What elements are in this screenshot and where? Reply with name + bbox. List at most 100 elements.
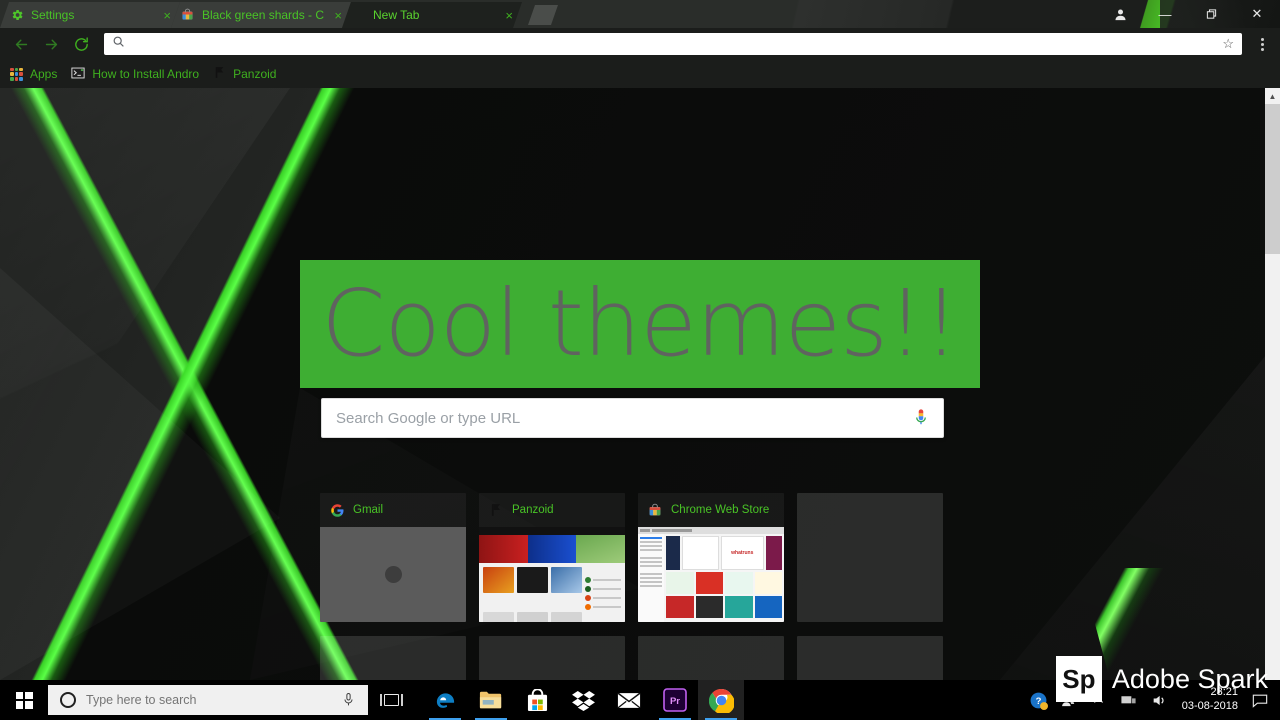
taskbar-search-box[interactable] <box>48 685 368 715</box>
reload-icon[interactable] <box>68 31 94 57</box>
adobe-spark-logo: Sp <box>1055 656 1102 702</box>
minimize-button[interactable]: — <box>1142 0 1188 28</box>
taskbar-app-microsoft-store[interactable] <box>514 680 560 720</box>
tab-black-green-shards[interactable]: Black green shards - Chr × <box>171 2 351 28</box>
chrome-web-store-icon <box>648 503 663 518</box>
taskbar-apps: Pr <box>422 680 744 720</box>
forward-icon[interactable] <box>38 31 64 57</box>
apps-grid-icon <box>10 67 23 81</box>
tile-empty[interactable] <box>638 636 784 680</box>
tile-title: Panzoid <box>512 504 554 516</box>
search-input[interactable] <box>336 409 913 427</box>
bookmark-star-icon[interactable]: ☆ <box>1222 36 1234 52</box>
task-view-right-tick <box>400 694 403 706</box>
adobe-spark-label: Adobe Spark <box>1111 663 1268 694</box>
chrome-menu-icon[interactable] <box>1252 37 1272 51</box>
preview-sidebar <box>638 534 664 622</box>
preview-hero-row <box>479 535 625 563</box>
tab-close-icon[interactable]: × <box>502 9 516 22</box>
task-view-icon <box>383 694 399 706</box>
most-visited-tiles: Gmail Panzoid Chrome Web Store whatruns <box>320 493 944 680</box>
tile-thumbnail: whatruns <box>638 527 784 622</box>
preview-content: whatruns <box>664 534 784 622</box>
windows-logo-icon <box>15 691 33 709</box>
google-search-box[interactable] <box>321 398 944 438</box>
browser-toolbar: ☆ <box>0 28 1280 60</box>
theme-banner: Cool themes!! <box>300 260 980 388</box>
help-icon[interactable]: ? <box>1024 680 1054 720</box>
tab-strip: Settings × Black green shards - Chr × Ne… <box>0 0 1280 28</box>
taskbar-app-file-explorer[interactable] <box>468 680 514 720</box>
back-icon[interactable] <box>8 31 34 57</box>
panzoid-flag-icon <box>213 66 226 82</box>
close-button[interactable]: ✕ <box>1234 0 1280 28</box>
start-button[interactable] <box>0 680 48 720</box>
bookmarks-bar: Apps How to Install Andro Panzoid <box>0 60 1280 88</box>
tile-chrome-web-store[interactable]: Chrome Web Store whatruns <box>638 493 784 622</box>
preview-app-grid <box>666 572 782 620</box>
address-bar[interactable]: ☆ <box>104 33 1242 55</box>
tile-gmail[interactable]: Gmail <box>320 493 466 622</box>
bookmark-label: How to Install Andro <box>92 67 200 81</box>
search-icon <box>112 35 125 53</box>
tile-thumbnail <box>479 527 625 622</box>
taskbar-search-input[interactable] <box>86 693 332 707</box>
tab-title: Black green shards - Chr <box>202 8 325 22</box>
tab-new-tab[interactable]: New Tab × <box>342 2 522 28</box>
taskbar-app-premiere-pro[interactable]: Pr <box>652 680 698 720</box>
microphone-icon[interactable] <box>342 692 356 708</box>
microphone-icon[interactable] <box>913 407 929 429</box>
panzoid-flag-icon <box>489 503 504 518</box>
preview-navbar <box>479 527 625 535</box>
scrollbar-up-arrow[interactable]: ▲ <box>1265 88 1280 104</box>
taskbar-app-chrome[interactable] <box>698 680 744 720</box>
terminal-icon <box>71 66 85 83</box>
bookmark-how-to-install-android[interactable]: How to Install Andro <box>71 66 199 83</box>
tile-title: Gmail <box>353 504 384 516</box>
taskbar-app-edge[interactable] <box>422 680 468 720</box>
profile-avatar-icon[interactable] <box>1098 0 1142 28</box>
tile-title: Chrome Web Store <box>671 504 770 516</box>
preview-main: whatruns <box>638 534 784 622</box>
banner-title: Cool themes!! <box>321 270 960 377</box>
tab-settings[interactable]: Settings × <box>0 2 180 28</box>
taskbar-app-mail[interactable] <box>606 680 652 720</box>
maximize-button[interactable] <box>1188 0 1234 28</box>
tab-title: New Tab <box>373 8 420 22</box>
tile-panzoid[interactable]: Panzoid <box>479 493 625 622</box>
scrollbar-thumb[interactable] <box>1265 104 1280 254</box>
preview-body <box>479 563 625 622</box>
tile-thumbnail <box>320 527 466 622</box>
bookmark-label: Panzoid <box>233 67 277 81</box>
webstore-page-preview: whatruns <box>638 527 784 622</box>
tile-header: Gmail <box>320 493 466 527</box>
taskbar-app-dropbox[interactable] <box>560 680 606 720</box>
address-input[interactable] <box>133 37 1215 51</box>
tile-empty[interactable] <box>797 636 943 680</box>
tab-title: Settings <box>31 8 75 22</box>
screen: Settings × Black green shards - Chr × Ne… <box>0 0 1280 720</box>
tile-empty[interactable] <box>797 493 943 622</box>
preview-toolbar <box>638 527 784 534</box>
adobe-spark-watermark: Sp Adobe Spark <box>1055 656 1280 702</box>
new-tab-button[interactable] <box>528 5 558 25</box>
page-scrollbar[interactable]: ▲ <box>1265 88 1280 680</box>
chrome-browser-window: Settings × Black green shards - Chr × Ne… <box>0 0 1280 680</box>
google-g-icon <box>330 503 345 518</box>
bookmark-apps[interactable]: Apps <box>10 67 57 81</box>
tile-header: Panzoid <box>479 493 625 527</box>
thumbnail-placeholder <box>320 527 466 622</box>
new-tab-page: Cool themes!! Search Google or type URL … <box>0 88 1280 680</box>
tile-empty[interactable] <box>320 636 466 680</box>
preview-sidebar <box>585 567 621 622</box>
tile-header: Chrome Web Store <box>638 493 784 527</box>
bookmark-label: Apps <box>30 67 58 81</box>
tile-empty[interactable] <box>479 636 625 680</box>
task-view-left-tick <box>379 694 382 706</box>
bookmark-panzoid[interactable]: Panzoid <box>213 66 276 82</box>
cortana-circle-icon <box>60 692 76 708</box>
preview-hero: whatruns <box>666 536 782 570</box>
task-view-button[interactable] <box>368 680 414 720</box>
panzoid-page-preview <box>479 527 625 622</box>
preview-cards <box>483 567 582 622</box>
